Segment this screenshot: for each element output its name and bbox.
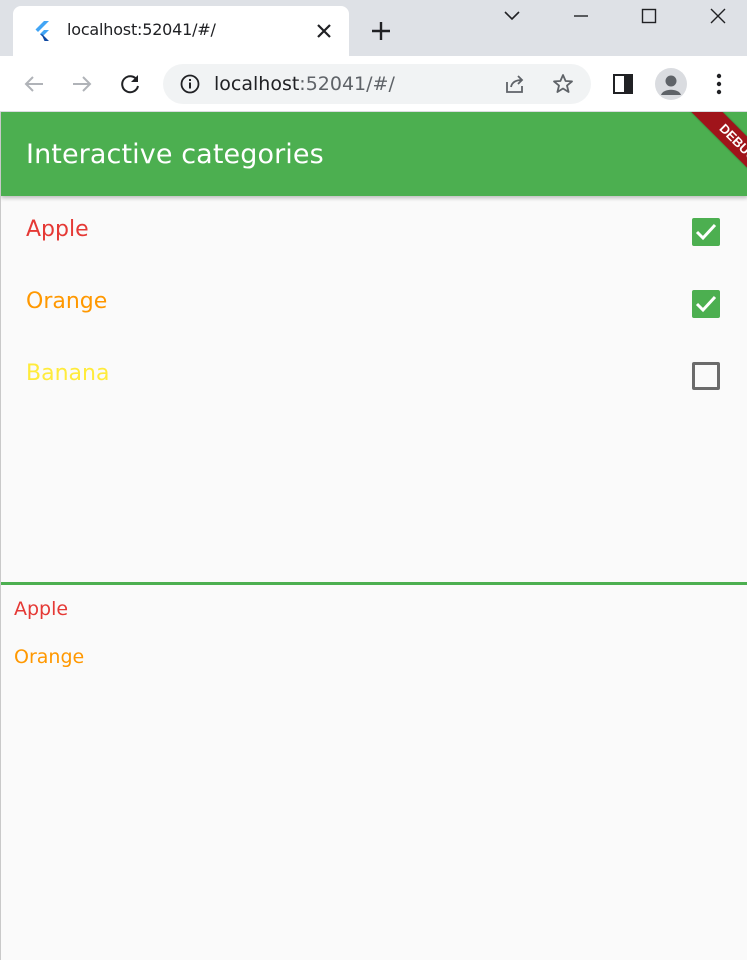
close-tab-icon[interactable] <box>313 20 335 42</box>
flutter-app: Interactive categories DEBUG Apple Orang… <box>0 112 747 960</box>
tab-title: localhost:52041/#/ <box>67 20 216 39</box>
category-checkbox[interactable] <box>692 290 720 318</box>
category-row-orange[interactable]: Orange <box>1 268 747 340</box>
browser-tab[interactable]: localhost:52041/#/ <box>13 6 349 56</box>
new-tab-icon[interactable] <box>366 16 396 46</box>
app-title: Interactive categories <box>26 139 324 170</box>
category-checkbox[interactable] <box>692 362 720 390</box>
category-row-banana[interactable]: Banana <box>1 340 747 412</box>
maximize-icon[interactable] <box>634 4 664 28</box>
flutter-logo-icon <box>35 21 49 41</box>
reload-icon[interactable] <box>114 68 146 100</box>
check-icon <box>695 295 717 313</box>
check-icon <box>695 223 717 241</box>
category-checkbox[interactable] <box>692 218 720 246</box>
bookmark-star-icon[interactable] <box>551 72 575 96</box>
window-close-icon[interactable] <box>703 4 733 28</box>
category-label: Banana <box>26 361 110 386</box>
section-divider <box>1 582 747 585</box>
more-menu-icon[interactable] <box>708 70 730 98</box>
url-path: :52041/#/ <box>299 73 395 95</box>
site-info-icon[interactable] <box>179 73 201 95</box>
url-text[interactable]: localhost:52041/#/ <box>214 73 395 95</box>
minimize-icon[interactable] <box>566 4 596 28</box>
forward-arrow-icon[interactable] <box>66 68 98 100</box>
side-panel-icon[interactable] <box>611 72 635 96</box>
browser-toolbar: localhost:52041/#/ <box>0 56 747 112</box>
address-bar[interactable]: localhost:52041/#/ <box>163 64 591 104</box>
url-host: localhost <box>214 73 300 95</box>
category-label: Orange <box>26 289 108 314</box>
tab-strip: localhost:52041/#/ <box>0 0 747 56</box>
app-bar: Interactive categories <box>1 112 747 196</box>
back-arrow-icon[interactable] <box>18 68 50 100</box>
category-label: Apple <box>26 217 89 242</box>
category-row-apple[interactable]: Apple <box>1 196 747 268</box>
tab-search-chevron-icon[interactable] <box>497 4 527 28</box>
share-icon[interactable] <box>503 72 527 96</box>
selected-item: Apple <box>14 598 69 620</box>
profile-avatar-icon[interactable] <box>655 68 687 100</box>
selected-item: Orange <box>14 646 85 668</box>
